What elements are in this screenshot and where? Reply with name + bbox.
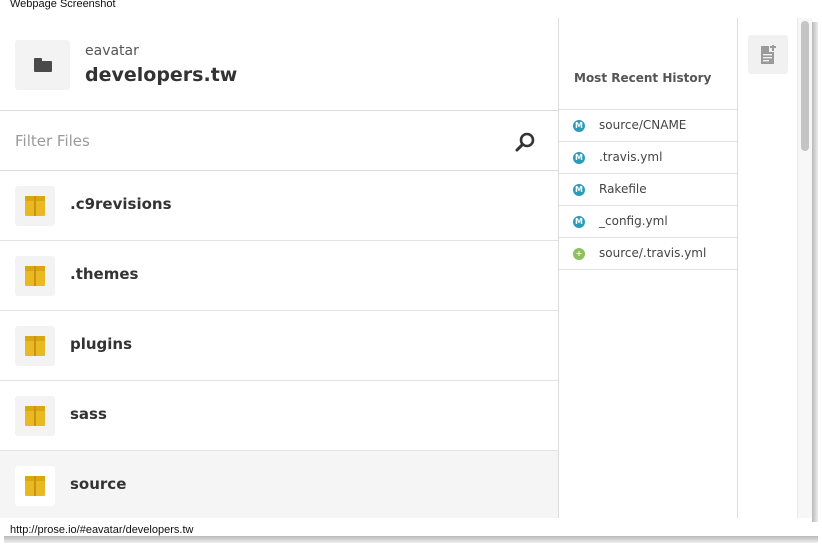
prose-app-window: eavatar developers.tw .c9revisions .theme…	[0, 18, 812, 518]
new-file-icon	[761, 44, 776, 64]
file-row[interactable]: plugins	[0, 311, 558, 381]
folder-icon-box	[15, 186, 55, 226]
modified-status-icon: M	[573, 216, 585, 228]
box-icon	[25, 196, 45, 216]
history-item[interactable]: M Rakefile	[559, 174, 737, 206]
file-name: .themes	[70, 265, 139, 283]
file-name: plugins	[70, 335, 133, 353]
history-item[interactable]: + source/.travis.yml	[559, 238, 737, 270]
repo-header: eavatar developers.tw	[0, 18, 558, 111]
repo-owner-link[interactable]: eavatar	[85, 43, 139, 59]
file-row[interactable]: .c9revisions	[0, 171, 558, 241]
status-bar-url: http://prose.io/#eavatar/developers.tw	[10, 524, 194, 536]
file-row[interactable]: sass	[0, 381, 558, 451]
history-title: Most Recent History	[574, 71, 712, 85]
file-name: source	[70, 475, 127, 493]
history-file-name: Rakefile	[599, 182, 647, 196]
history-list: Msource/CNAME M .travis.yml M Rakefile M _conf…	[559, 109, 737, 270]
repo-icon-box	[15, 40, 70, 90]
history-file-name: .travis.yml	[599, 150, 663, 164]
scrollbar-thumb[interactable]	[801, 21, 809, 151]
history-item[interactable]: M .travis.yml	[559, 142, 737, 174]
sidebar-divider	[737, 18, 738, 518]
file-row[interactable]: source	[0, 451, 558, 518]
page-caption: Webpage Screenshot	[10, 0, 116, 10]
folder-icon-box	[15, 326, 55, 366]
new-file-button[interactable]	[748, 35, 788, 74]
window-shadow-bottom	[4, 536, 818, 543]
file-list: .c9revisions .themes plugins sass source	[0, 171, 558, 518]
box-icon	[25, 336, 45, 356]
history-item[interactable]: Msource/CNAME	[559, 110, 737, 142]
modified-status-icon: M	[573, 120, 585, 132]
history-file-name: _config.yml	[599, 214, 668, 228]
history-file-name: source/.travis.yml	[599, 246, 707, 260]
repo-name-title: developers.tw	[85, 64, 238, 86]
modified-status-icon: M	[573, 152, 585, 164]
file-name: sass	[70, 405, 107, 423]
filter-files-bar	[0, 111, 558, 171]
history-file-name: source/CNAME	[599, 118, 687, 132]
folder-icon-box	[15, 466, 55, 506]
file-name: .c9revisions	[70, 195, 172, 213]
filter-files-input[interactable]	[0, 111, 500, 170]
added-status-icon: +	[573, 248, 585, 260]
box-icon	[25, 476, 45, 496]
modified-status-icon: M	[573, 184, 585, 196]
window-shadow-right	[812, 22, 818, 522]
folder-icon-box	[15, 256, 55, 296]
history-item[interactable]: M _config.yml	[559, 206, 737, 238]
history-panel: Most Recent History Msource/CNAME M .travi…	[559, 18, 737, 518]
box-icon	[25, 266, 45, 286]
file-row[interactable]: .themes	[0, 241, 558, 311]
box-icon	[25, 406, 45, 426]
folder-icon-box	[15, 396, 55, 436]
search-icon[interactable]	[514, 131, 536, 153]
folder-icon	[33, 58, 52, 72]
